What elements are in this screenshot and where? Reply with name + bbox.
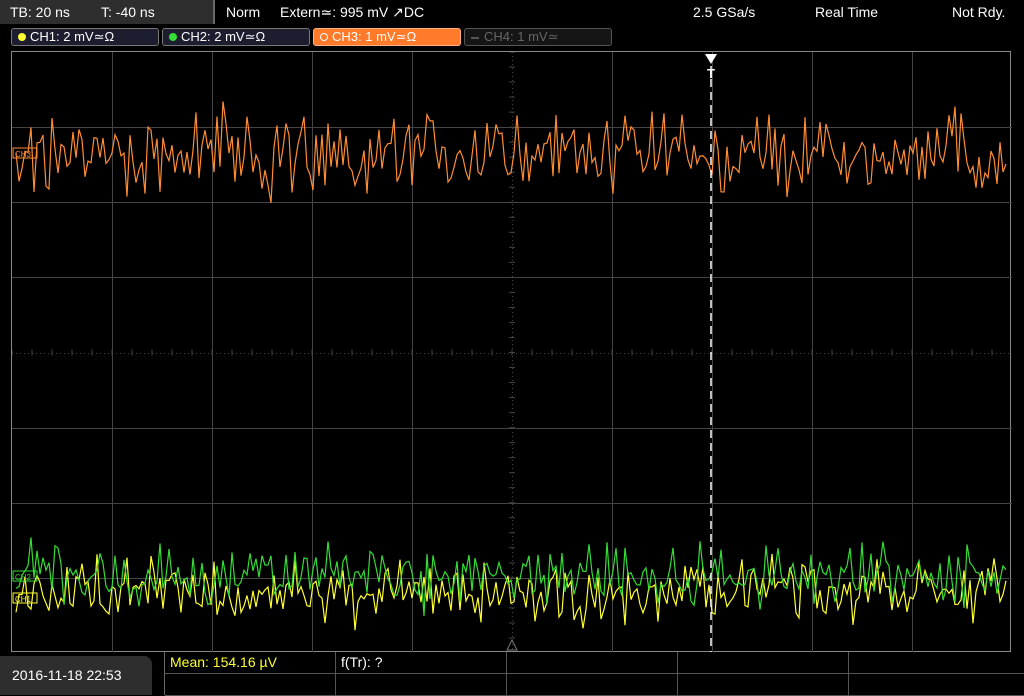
measurement-divider bbox=[677, 652, 678, 695]
trigger-mode-label[interactable]: Norm bbox=[226, 2, 260, 22]
timebase-panel[interactable]: TB: 20 ns T: -40 ns bbox=[0, 0, 215, 24]
waveform-display[interactable]: T CH3 CH2 CH1 bbox=[11, 51, 1012, 653]
measurement-row-empty bbox=[165, 674, 1024, 696]
top-status-bar: TB: 20 ns T: -40 ns Norm Extern≃: 995 mV… bbox=[0, 0, 1024, 24]
trigger-marker-label: T bbox=[707, 66, 715, 81]
channel-bar: CH1: 2 mV≃Ω CH2: 2 mV≃Ω CH3: 1 mV≃Ω CH4:… bbox=[0, 26, 1024, 48]
datetime-display: 2016-11-18 22:53 bbox=[0, 656, 152, 695]
ch3-marker-label: CH3 bbox=[15, 150, 32, 159]
channel-4-label: CH4: 1 mV≃ bbox=[484, 29, 559, 44]
measurement-divider bbox=[506, 652, 507, 695]
frequency-measurement[interactable]: f(Tr): ? bbox=[341, 652, 382, 673]
channel-1-indicator-icon bbox=[18, 32, 26, 41]
ch1-trace bbox=[15, 553, 1007, 631]
ch2-marker-label: CH2 bbox=[15, 573, 32, 582]
channel-4-button[interactable]: CH4: 1 mV≃ bbox=[464, 28, 612, 46]
channel-2-button[interactable]: CH2: 2 mV≃Ω bbox=[162, 28, 310, 46]
measurement-panel: Mean: 154.16 µV f(Tr): ? bbox=[164, 652, 1024, 696]
mean-measurement[interactable]: Mean: 154.16 µV bbox=[170, 652, 277, 673]
measurement-divider bbox=[335, 652, 336, 695]
timebase-label: TB: 20 ns bbox=[10, 4, 70, 20]
channel-3-label: CH3: 1 mV≃Ω bbox=[332, 29, 417, 44]
trigger-source-label[interactable]: Extern≃: 995 mV ↗DC bbox=[280, 2, 424, 22]
channel-3-button[interactable]: CH3: 1 mV≃Ω bbox=[313, 28, 461, 46]
acquisition-mode-label: Real Time bbox=[815, 4, 879, 20]
channel-1-label: CH1: 2 mV≃Ω bbox=[30, 29, 115, 44]
trigger-offset-label: T: -40 ns bbox=[101, 4, 155, 20]
measurement-divider bbox=[848, 652, 849, 695]
sample-rate-label: 2.5 GSa/s bbox=[693, 4, 756, 20]
waveform-canvas: T CH3 CH2 CH1 bbox=[12, 52, 1012, 653]
status-label: Not Rdy. bbox=[952, 4, 1006, 20]
channel-1-button[interactable]: CH1: 2 mV≃Ω bbox=[11, 28, 159, 46]
trigger-arrow-icon[interactable] bbox=[705, 54, 717, 64]
measurement-row: Mean: 154.16 µV f(Tr): ? bbox=[165, 652, 1024, 674]
channel-2-label: CH2: 2 mV≃Ω bbox=[181, 29, 266, 44]
channel-3-indicator-icon bbox=[320, 32, 328, 41]
ch1-marker-label: CH1 bbox=[15, 595, 32, 604]
channel-2-indicator-icon bbox=[169, 32, 177, 41]
ch2-trace bbox=[15, 537, 1007, 616]
channel-4-indicator-icon bbox=[471, 36, 479, 39]
